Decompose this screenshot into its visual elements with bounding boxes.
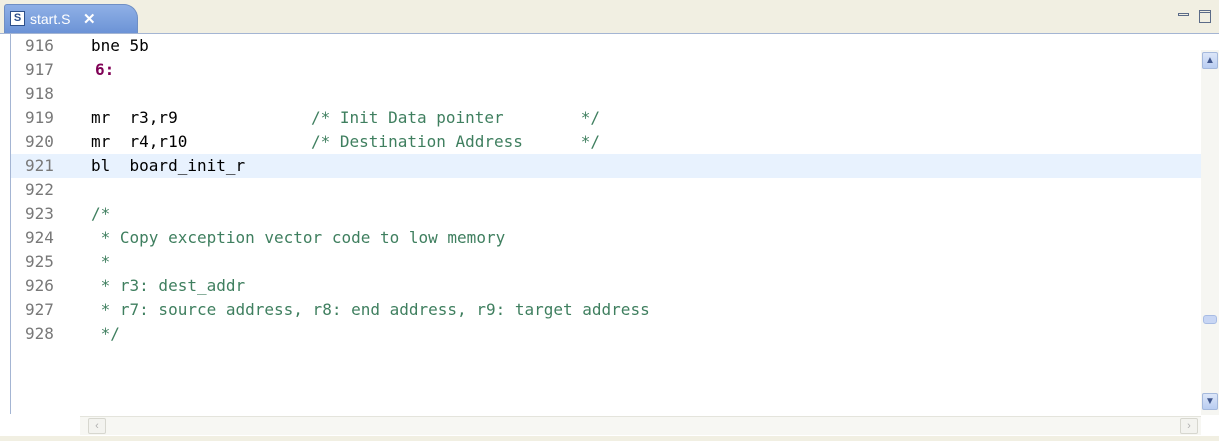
code-comment: /*	[91, 204, 111, 223]
line-number: 916	[25, 36, 54, 55]
scroll-left-icon[interactable]: ‹	[88, 418, 106, 434]
tab-title: start.S	[30, 11, 71, 27]
close-icon[interactable]: ✕	[83, 10, 96, 28]
editor-window: S start.S ✕ 916 bne 5b 917 6: 918 919 mr…	[0, 0, 1219, 441]
code-line: 926 * r3: dest_addr	[11, 274, 1201, 298]
code-line: 927 * r7: source address, r8: end addres…	[11, 298, 1201, 322]
tab-bar: S start.S ✕	[0, 0, 1219, 34]
code-line: 918	[11, 82, 1201, 106]
code-line: 923 /*	[11, 202, 1201, 226]
code-comment: /* Destination Address */	[311, 132, 600, 151]
vertical-scrollbar[interactable]: ▲ ▼	[1201, 50, 1219, 415]
horizontal-scrollbar[interactable]: ‹ ›	[80, 416, 1201, 435]
line-number: 925	[25, 252, 54, 271]
line-number: 921	[25, 156, 54, 175]
code-line: 917 6:	[11, 58, 1201, 82]
code-text: bne 5b	[91, 36, 149, 55]
code-line: 919 mr r3,r9 /* Init Data pointer */	[11, 106, 1201, 130]
code-line: 928 */	[11, 322, 1201, 346]
code-text: bl board_init_r	[91, 156, 246, 175]
code-comment: * r7: source address, r8: end address, r…	[91, 300, 650, 319]
code-line: 924 * Copy exception vector code to low …	[11, 226, 1201, 250]
code-line: 916 bne 5b	[11, 34, 1201, 58]
line-number: 927	[25, 300, 54, 319]
tab-start-s[interactable]: S start.S ✕	[4, 4, 138, 33]
code-comment: /* Init Data pointer */	[311, 108, 600, 127]
maximize-icon[interactable]	[1199, 10, 1212, 23]
line-number: 919	[25, 108, 54, 127]
code-label: 6:	[95, 60, 115, 79]
scroll-down-icon[interactable]: ▼	[1202, 393, 1218, 410]
code-line: 922	[11, 178, 1201, 202]
line-number: 917	[25, 60, 54, 79]
line-number: 924	[25, 228, 54, 247]
vertical-scroll-thumb[interactable]	[1203, 315, 1217, 324]
scroll-up-icon[interactable]: ▲	[1202, 52, 1218, 69]
code-comment: *	[91, 252, 111, 271]
code-comment: * Copy exception vector code to low memo…	[91, 228, 506, 247]
code-line: 925 *	[11, 250, 1201, 274]
assembly-file-icon: S	[10, 11, 25, 26]
line-number: 923	[25, 204, 54, 223]
code-text: mr r3,r9	[91, 108, 178, 127]
minimize-icon[interactable]	[1177, 10, 1190, 23]
line-number: 928	[25, 324, 54, 343]
line-number: 918	[25, 84, 54, 103]
code-line: 920 mr r4,r10 /* Destination Address */	[11, 130, 1201, 154]
line-number: 926	[25, 276, 54, 295]
current-code-line: 921 bl board_init_r	[11, 154, 1201, 178]
line-number: 920	[25, 132, 54, 151]
code-comment: */	[91, 324, 120, 343]
code-text: mr r4,r10	[91, 132, 188, 151]
scroll-right-icon[interactable]: ›	[1180, 418, 1198, 434]
line-number: 922	[25, 180, 54, 199]
code-comment: * r3: dest_addr	[91, 276, 246, 295]
code-editor[interactable]: 916 bne 5b 917 6: 918 919 mr r3,r9 /* In…	[10, 34, 1201, 414]
window-bottom-edge	[0, 436, 1219, 441]
